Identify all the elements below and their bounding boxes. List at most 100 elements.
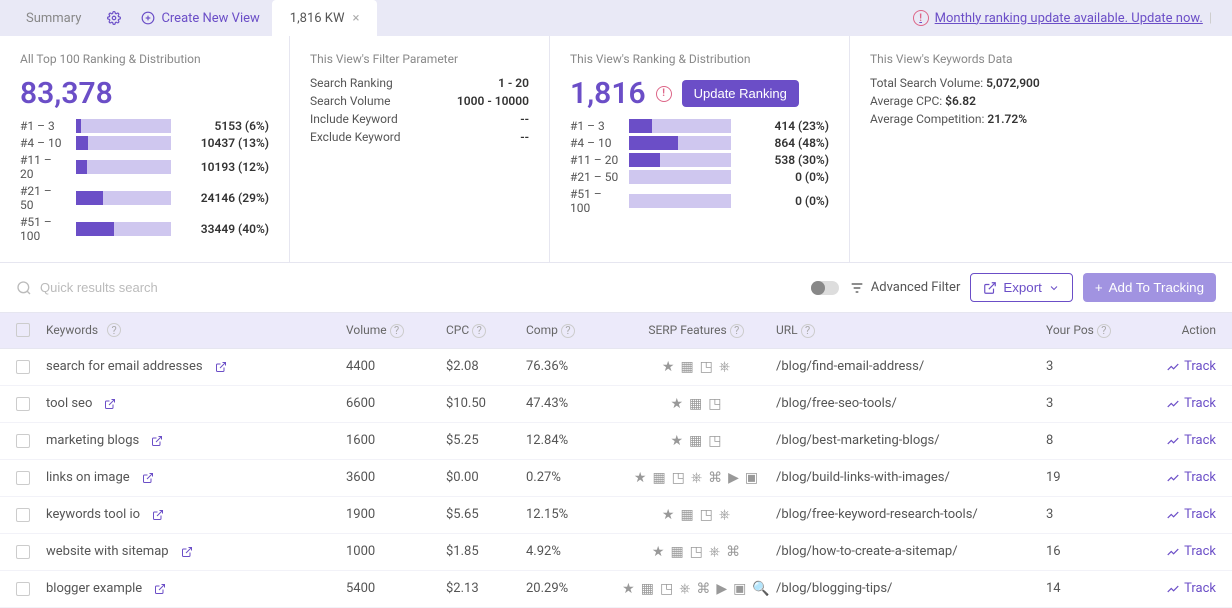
serp-feature-icon: ▦ bbox=[670, 544, 683, 560]
search-input[interactable] bbox=[40, 280, 240, 295]
add-to-tracking-button[interactable]: + Add To Tracking bbox=[1083, 273, 1216, 302]
cell-serp: ★▦◳ bbox=[616, 396, 776, 412]
dist-label: #51 – 100 bbox=[20, 215, 68, 243]
cell-url: /blog/blogging-tips/ bbox=[776, 581, 1046, 596]
table-row: marketing blogs 1600 $5.25 12.84% ★▦◳ /b… bbox=[0, 423, 1232, 460]
panel-title: This View's Ranking & Distribution bbox=[570, 52, 829, 66]
help-icon[interactable]: ? bbox=[472, 324, 486, 338]
track-link[interactable]: Track bbox=[1146, 470, 1216, 485]
serp-feature-icon: ⌘ bbox=[696, 581, 710, 597]
cell-url: /blog/best-marketing-blogs/ bbox=[776, 433, 1046, 448]
col-pos[interactable]: Your Pos bbox=[1046, 323, 1094, 337]
col-cpc[interactable]: CPC bbox=[446, 323, 469, 337]
track-link[interactable]: Track bbox=[1146, 544, 1216, 559]
tab-current-label: 1,816 KW bbox=[290, 11, 345, 26]
help-icon[interactable]: ? bbox=[107, 323, 121, 337]
create-new-view-label: Create New View bbox=[161, 11, 259, 26]
dist-value: 864 (48%) bbox=[739, 136, 829, 150]
select-all-checkbox[interactable] bbox=[16, 323, 30, 337]
cell-cpc: $5.65 bbox=[446, 507, 526, 522]
serp-feature-icon: ⎈ bbox=[719, 359, 730, 375]
row-checkbox[interactable] bbox=[16, 582, 30, 596]
cell-url: /blog/how-to-create-a-sitemap/ bbox=[776, 544, 1046, 559]
row-checkbox[interactable] bbox=[16, 360, 30, 374]
update-notice-text: Monthly ranking update available. Update… bbox=[935, 11, 1203, 26]
export-button[interactable]: Export bbox=[970, 273, 1073, 302]
dist-label: #21 – 50 bbox=[20, 184, 68, 212]
track-link[interactable]: Track bbox=[1146, 359, 1216, 374]
alert-icon: ! bbox=[913, 10, 929, 26]
panel-title: This View's Keywords Data bbox=[870, 52, 1212, 66]
help-icon[interactable]: ? bbox=[730, 324, 744, 338]
serp-feature-icon: ◳ bbox=[700, 359, 713, 375]
serp-feature-icon: ◳ bbox=[700, 507, 713, 523]
update-ranking-button[interactable]: Update Ranking bbox=[682, 80, 799, 107]
serp-feature-icon: ◳ bbox=[660, 581, 673, 597]
external-link-icon[interactable] bbox=[152, 509, 164, 521]
dist-bar bbox=[76, 191, 171, 205]
help-icon[interactable]: ? bbox=[390, 324, 404, 338]
cell-comp: 4.92% bbox=[526, 544, 616, 559]
serp-feature-icon: ⌘ bbox=[726, 544, 740, 560]
cell-position: 19 bbox=[1046, 470, 1146, 485]
serp-feature-icon: ★ bbox=[634, 470, 647, 486]
tab-current[interactable]: 1,816 KW × bbox=[272, 0, 378, 36]
serp-feature-icon: ▣ bbox=[733, 581, 746, 597]
toggle-switch[interactable] bbox=[811, 281, 839, 295]
kw-data-row: Total Search Volume: 5,072,900 bbox=[870, 76, 1212, 90]
add-to-tracking-label: Add To Tracking bbox=[1109, 280, 1204, 295]
cell-comp: 20.29% bbox=[526, 581, 616, 596]
help-icon[interactable]: ? bbox=[801, 324, 815, 338]
serp-feature-icon: ★ bbox=[662, 507, 675, 523]
col-keywords[interactable]: Keywords bbox=[46, 323, 98, 337]
col-comp[interactable]: Comp bbox=[526, 323, 558, 337]
external-link-icon[interactable] bbox=[151, 435, 163, 447]
panel-view-ranking: This View's Ranking & Distribution 1,816… bbox=[550, 36, 850, 262]
tabs-bar: Summary Create New View 1,816 KW × ! Mon… bbox=[0, 0, 1232, 36]
gear-icon[interactable] bbox=[99, 11, 129, 25]
serp-feature-icon: ▦ bbox=[652, 470, 665, 486]
external-link-icon[interactable] bbox=[215, 361, 227, 373]
track-link[interactable]: Track bbox=[1146, 507, 1216, 522]
track-link[interactable]: Track bbox=[1146, 581, 1216, 596]
track-link[interactable]: Track bbox=[1146, 396, 1216, 411]
create-new-view-button[interactable]: Create New View bbox=[129, 11, 271, 26]
col-serp[interactable]: SERP Features bbox=[648, 323, 726, 337]
external-link-icon[interactable] bbox=[104, 398, 116, 410]
cell-cpc: $5.25 bbox=[446, 433, 526, 448]
row-checkbox[interactable] bbox=[16, 471, 30, 485]
tab-summary[interactable]: Summary bbox=[8, 0, 99, 36]
table-row: tool seo 6600 $10.50 47.43% ★▦◳ /blog/fr… bbox=[0, 386, 1232, 423]
advanced-filter-button[interactable]: Advanced Filter bbox=[849, 280, 961, 296]
cell-volume: 1900 bbox=[346, 507, 446, 522]
alert-icon: ! bbox=[656, 86, 672, 102]
distribution-row: #11 – 20 10193 (12%) bbox=[20, 153, 269, 181]
help-icon[interactable]: ? bbox=[1097, 324, 1111, 338]
distribution-row: #21 – 50 24146 (29%) bbox=[20, 184, 269, 212]
row-checkbox[interactable] bbox=[16, 545, 30, 559]
help-icon[interactable]: ? bbox=[561, 324, 575, 338]
param-key: Search Ranking bbox=[310, 76, 393, 90]
distribution-row: #4 – 10 10437 (13%) bbox=[20, 136, 269, 150]
update-notice-link[interactable]: ! Monthly ranking update available. Upda… bbox=[913, 10, 1224, 26]
row-checkbox[interactable] bbox=[16, 397, 30, 411]
cell-serp: ★▦◳ bbox=[616, 433, 776, 449]
dist-label: #21 – 50 bbox=[570, 170, 621, 184]
external-link-icon[interactable] bbox=[142, 472, 154, 484]
dist-value: 10437 (13%) bbox=[179, 136, 269, 150]
col-url[interactable]: URL bbox=[776, 323, 798, 337]
cell-volume: 1000 bbox=[346, 544, 446, 559]
row-checkbox[interactable] bbox=[16, 434, 30, 448]
external-link-icon[interactable] bbox=[154, 583, 166, 595]
row-checkbox[interactable] bbox=[16, 508, 30, 522]
col-volume[interactable]: Volume bbox=[346, 323, 387, 337]
serp-feature-icon: ◳ bbox=[708, 396, 721, 412]
serp-feature-icon: ★ bbox=[670, 433, 683, 449]
table-row: blogger example 5400 $2.13 20.29% ★▦◳⎈⌘▶… bbox=[0, 571, 1232, 608]
cell-serp: ★▦◳⎈⌘▶▣🔍 bbox=[616, 581, 776, 597]
track-link[interactable]: Track bbox=[1146, 433, 1216, 448]
external-link-icon[interactable] bbox=[181, 546, 193, 558]
distribution-row: #4 – 10 864 (48%) bbox=[570, 136, 829, 150]
close-icon[interactable]: × bbox=[353, 11, 360, 26]
panel-filter-params: This View's Filter Parameter Search Rank… bbox=[290, 36, 550, 262]
